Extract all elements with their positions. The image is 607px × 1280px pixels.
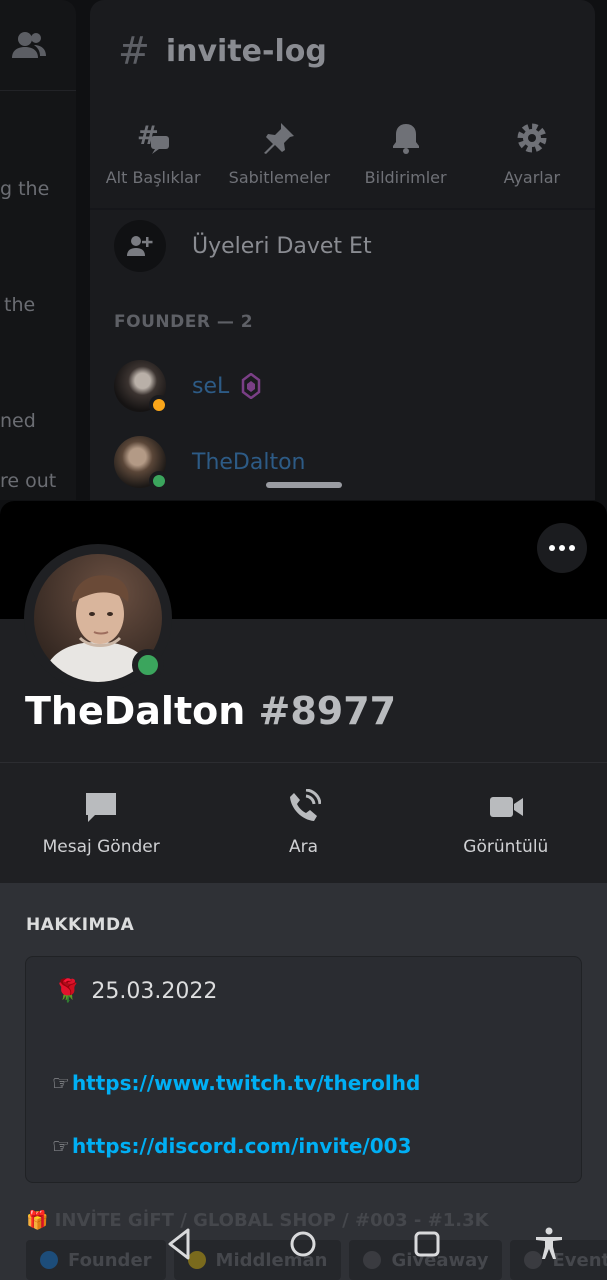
member-avatar: [114, 436, 169, 491]
more-dot-icon: [549, 545, 555, 551]
channel-info-panel: # invite-log # Alt Başlıklar Sabitlemele…: [90, 0, 595, 500]
back-icon[interactable]: [162, 1226, 198, 1262]
rose-emoji: 🌹: [54, 979, 82, 1004]
discord-invite-link-text: https://discord.com/invite/003: [71, 1134, 412, 1158]
username: TheDalton: [25, 689, 246, 733]
channel-header: # invite-log: [118, 32, 327, 70]
about-header: HAKKIMDA: [26, 915, 135, 935]
more-dot-icon: [569, 545, 575, 551]
chat-text-fragment: the: [4, 294, 36, 316]
profile-username-line: TheDalton #8977: [25, 689, 396, 733]
divider: [90, 208, 595, 210]
threads-label: Alt Başlıklar: [105, 168, 201, 187]
invite-members-label: Üyeleri Davet Et: [192, 233, 372, 259]
bell-icon: [392, 124, 419, 154]
invite-members-row[interactable]: Üyeleri Davet Et: [114, 220, 372, 272]
message-icon: [86, 793, 117, 822]
channel-name: invite-log: [165, 33, 327, 69]
member-avatar: [114, 360, 169, 415]
status-indicator: [149, 395, 169, 415]
twitch-link[interactable]: ☞ https://www.twitch.tv/therolhd: [52, 1071, 420, 1095]
role-header: FOUNDER — 2: [114, 312, 254, 332]
member-name: seL: [192, 373, 230, 399]
member-row[interactable]: seL: [114, 360, 261, 415]
video-icon: [489, 797, 523, 817]
home-icon[interactable]: [285, 1226, 321, 1262]
settings-label: Ayarlar: [503, 168, 561, 187]
discriminator: #8977: [258, 689, 397, 733]
channel-tools: # Alt Başlıklar Sabitlemeler Bildirimler: [90, 120, 595, 187]
bio-date-line: 🌹 25.03.2022: [54, 979, 217, 1004]
chat-text-fragment: g the: [0, 178, 50, 200]
user-profile-sheet: TheDalton #8977 Mesaj Gönder Ara Görüntü…: [0, 501, 607, 1280]
discord-invite-link[interactable]: ☞ https://discord.com/invite/003: [52, 1134, 411, 1158]
bio-box: 🌹 25.03.2022 ☞ https://www.twitch.tv/ther…: [25, 956, 582, 1183]
sheet-drag-handle[interactable]: [266, 482, 342, 488]
send-message-button[interactable]: Mesaj Gönder: [0, 763, 202, 883]
system-navigation-bar: [0, 1216, 607, 1280]
divider: [0, 90, 76, 91]
add-member-icon: [114, 220, 166, 272]
video-call-label: Görüntülü: [463, 837, 549, 857]
recents-icon[interactable]: [409, 1226, 445, 1262]
chat-text-fragment: ned: [0, 410, 36, 432]
voice-call-label: Ara: [288, 837, 319, 857]
accessibility-icon[interactable]: [531, 1226, 567, 1262]
notifications-button[interactable]: Bildirimler: [343, 120, 469, 187]
member-name: TheDalton: [192, 449, 306, 475]
pointing-hand-icon: ☞: [52, 1134, 70, 1158]
nitro-badge-icon: [242, 373, 261, 399]
phone-icon: [290, 789, 322, 821]
profile-actions: Mesaj Gönder Ara Görüntülü: [0, 763, 607, 883]
pointing-hand-icon: ☞: [52, 1071, 70, 1095]
send-message-label: Mesaj Gönder: [42, 837, 160, 857]
online-status-indicator: [132, 649, 164, 681]
video-call-button[interactable]: Görüntülü: [405, 763, 607, 883]
threads-icon: #: [137, 121, 170, 154]
threads-button[interactable]: # Alt Başlıklar: [90, 120, 216, 187]
gear-icon: [517, 123, 547, 153]
member-row[interactable]: TheDalton: [114, 436, 306, 491]
settings-button[interactable]: Ayarlar: [469, 120, 595, 187]
status-indicator: [149, 471, 169, 491]
twitch-link-text: https://www.twitch.tv/therolhd: [71, 1071, 421, 1095]
bio-date: 25.03.2022: [91, 979, 218, 1004]
voice-call-button[interactable]: Ara: [202, 763, 404, 883]
more-dot-icon: [559, 545, 565, 551]
pins-button[interactable]: Sabitlemeler: [216, 120, 342, 187]
pin-icon: [264, 123, 295, 154]
pins-label: Sabitlemeler: [228, 168, 331, 187]
channel-hash-icon: #: [118, 29, 150, 73]
more-options-button[interactable]: [537, 523, 587, 573]
chat-text-fragment: re out: [0, 470, 57, 492]
notifications-label: Bildirimler: [364, 168, 447, 187]
members-icon[interactable]: [12, 30, 46, 60]
